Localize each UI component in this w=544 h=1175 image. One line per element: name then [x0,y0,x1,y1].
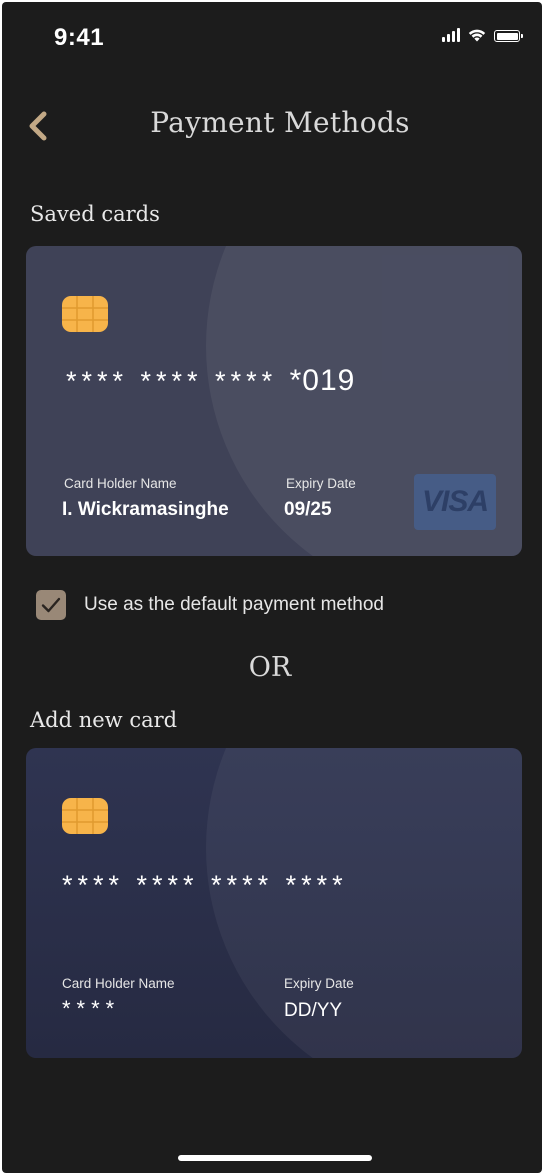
page-title: Payment Methods [150,106,410,139]
cellular-signal-icon [442,28,460,42]
expiry-date-label: Expiry Date [284,976,354,991]
saved-cards-heading: Saved cards [30,202,160,226]
visa-logo: VISA [414,474,496,530]
card-holder-label: Card Holder Name [62,976,175,991]
expiry-date-label: Expiry Date [286,476,356,491]
card-number-mask: **** **** **** [66,366,278,396]
or-divider: OR [248,652,292,683]
status-icons [442,28,523,42]
battery-icon [494,30,523,42]
saved-card[interactable]: **** **** **** *019 Card Holder Name I. … [26,246,522,556]
card-number-last-digits: *019 [289,364,356,397]
status-time: 9:41 [54,24,105,51]
default-payment-label: Use as the default payment method [84,594,384,615]
home-indicator [178,1155,372,1161]
card-chip-icon [62,798,108,834]
card-chip-icon [62,296,108,332]
phone-screen: 9:41 Payment Methods Saved cards **** **… [2,2,542,1173]
card-decoration [206,748,522,1058]
checkmark-icon [41,597,61,613]
card-number: **** **** **** *019 [66,364,355,398]
new-card-number-input[interactable]: **** **** **** **** [62,870,348,901]
wifi-icon [468,29,486,42]
add-new-card-heading: Add new card [30,708,178,732]
card-holder-label: Card Holder Name [64,476,177,491]
card-holder-input[interactable]: **** [62,996,120,1022]
card-holder-name: I. Wickramasinghe [62,499,229,520]
new-card-form[interactable]: **** **** **** **** Card Holder Name ***… [26,748,522,1058]
expiry-date-input[interactable]: DD/YY [284,1000,342,1022]
expiry-date-value: 09/25 [284,499,332,520]
default-payment-checkbox[interactable] [36,590,66,620]
